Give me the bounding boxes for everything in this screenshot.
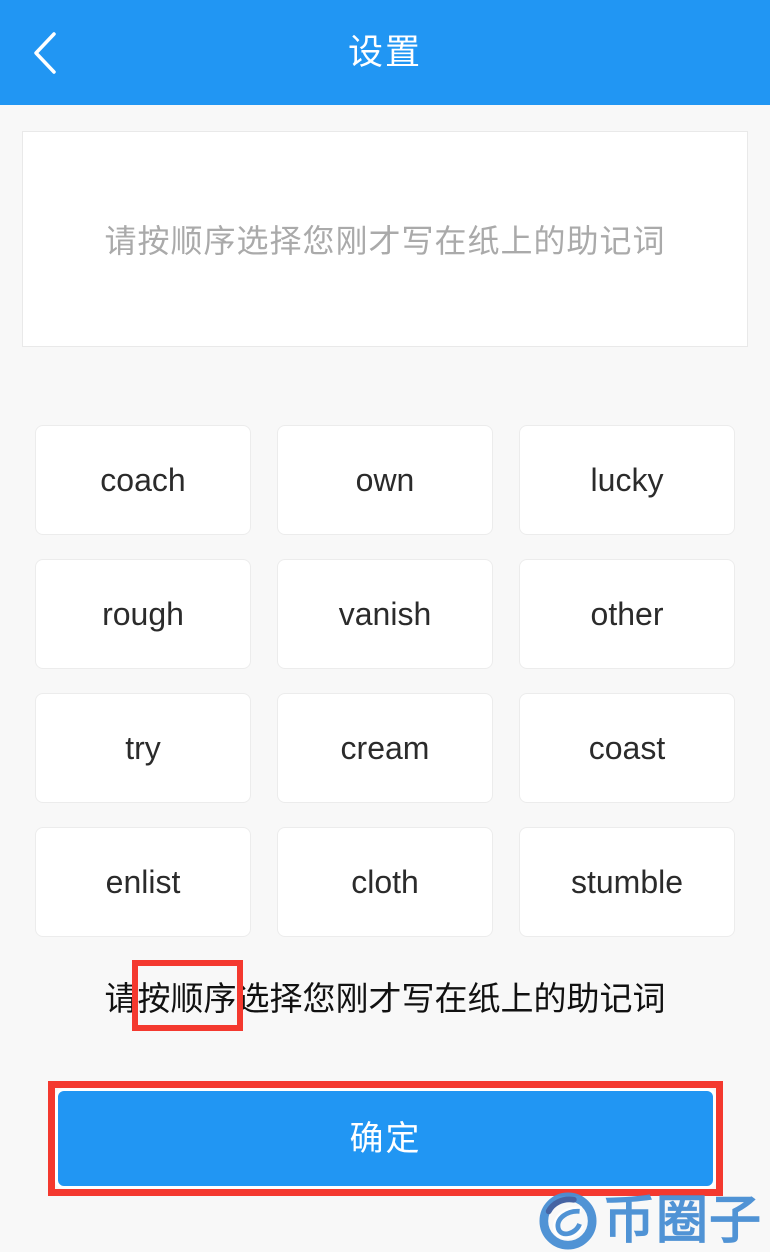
mnemonic-placeholder: 请按顺序选择您刚才写在纸上的助记词: [104, 223, 666, 259]
hint-highlight-label: 按顺序: [137, 980, 237, 1017]
word-tile[interactable]: stumble: [519, 827, 735, 937]
word-tile[interactable]: coach: [35, 425, 251, 535]
word-tile-label: coast: [588, 730, 666, 766]
mnemonic-word-grid: coach own lucky rough vanish other try c…: [35, 425, 735, 937]
word-tile[interactable]: lucky: [519, 425, 735, 535]
word-tile-label: other: [590, 596, 664, 632]
word-tile-label: coach: [100, 462, 186, 498]
word-tile[interactable]: try: [35, 693, 251, 803]
word-tile[interactable]: coast: [519, 693, 735, 803]
app-header: 设置: [0, 0, 770, 105]
circle-swirl-logo-icon: [539, 1192, 597, 1250]
word-tile[interactable]: vanish: [277, 559, 493, 669]
word-tile[interactable]: own: [277, 425, 493, 535]
watermark-text: 币圈子: [602, 1192, 762, 1250]
word-tile-label: lucky: [590, 462, 664, 498]
word-tile-label: rough: [102, 596, 184, 632]
word-tile[interactable]: rough: [35, 559, 251, 669]
word-tile[interactable]: cream: [277, 693, 493, 803]
hint-suffix: 选择您刚才写在纸上的助记词: [236, 980, 666, 1017]
word-tile[interactable]: enlist: [35, 827, 251, 937]
confirm-button-label: 确定: [349, 1119, 422, 1158]
word-tile-label: cloth: [351, 864, 419, 900]
mnemonic-display-box[interactable]: 请按顺序选择您刚才写在纸上的助记词: [22, 131, 748, 347]
word-tile-label: vanish: [338, 596, 432, 632]
instruction-hint: 请按顺序选择您刚才写在纸上的助记词: [0, 960, 770, 1031]
word-tile[interactable]: other: [519, 559, 735, 669]
word-tile-label: try: [125, 730, 161, 766]
word-tile-label: cream: [340, 730, 430, 766]
hint-highlight-annotation: 按顺序: [131, 960, 243, 1031]
word-tile-label: stumble: [570, 864, 684, 900]
back-button[interactable]: [0, 0, 90, 105]
word-tile-label: own: [355, 462, 415, 498]
word-tile[interactable]: cloth: [277, 827, 493, 937]
chevron-left-icon: [34, 31, 56, 74]
word-tile-label: enlist: [105, 864, 181, 900]
confirm-button[interactable]: 确定: [55, 1088, 716, 1189]
watermark: 币圈子: [539, 1192, 762, 1250]
hint-prefix: 请: [104, 980, 138, 1017]
confirm-button-annotation: 确定: [48, 1081, 723, 1196]
page-title: 设置: [347, 33, 422, 72]
